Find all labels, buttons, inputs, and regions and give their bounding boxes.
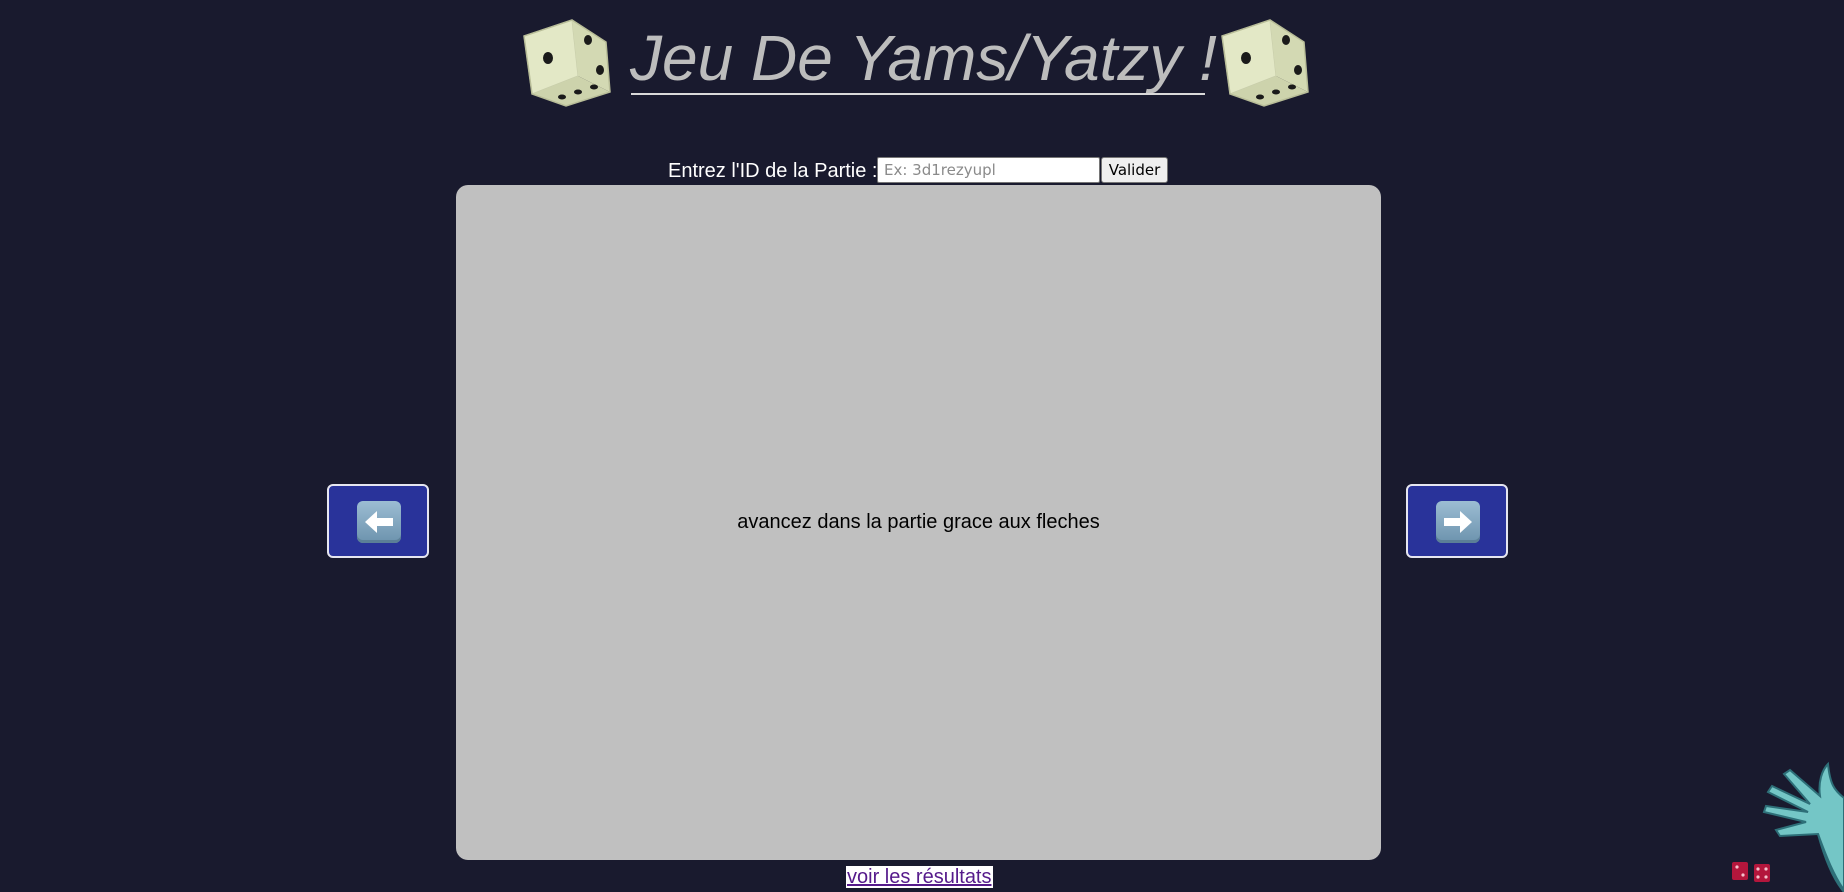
header: Jeu De Yams/Yatzy ! [0, 0, 1844, 110]
left-arrow-icon [357, 501, 401, 543]
next-button[interactable] [1406, 484, 1508, 558]
game-id-label: Entrez l'ID de la Partie : [668, 160, 878, 182]
board-message: avancez dans la partie grace aux fleches [737, 511, 1100, 533]
title-underline [631, 93, 1205, 95]
game-id-input[interactable] [877, 157, 1100, 183]
game-id-form: Entrez l'ID de la Partie : Valider [0, 157, 1844, 185]
page-title: Jeu De Yams/Yatzy ! [630, 22, 1217, 94]
dice-icon [1221, 19, 1309, 107]
dice-icon [523, 19, 611, 107]
hand-dice-icon [1732, 761, 1844, 892]
game-board: avancez dans la partie grace aux fleches [456, 185, 1381, 860]
validate-button[interactable]: Valider [1101, 157, 1168, 183]
results-link[interactable]: voir les résultats [846, 866, 993, 888]
previous-button[interactable] [327, 484, 429, 558]
right-arrow-icon [1436, 501, 1480, 543]
